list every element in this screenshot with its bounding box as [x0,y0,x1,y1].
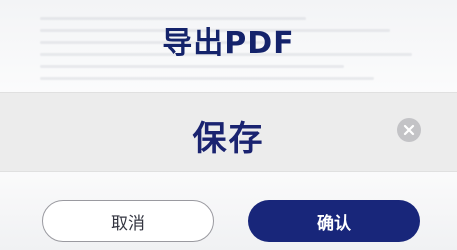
dialog-title: 导出PDF [162,26,295,61]
clear-circle-icon [403,124,415,136]
cancel-button[interactable]: 取消 [42,200,214,242]
cancel-button-label: 取消 [111,213,145,234]
clear-input-button[interactable] [397,118,421,142]
confirm-button[interactable]: 确认 [248,200,420,242]
confirm-button-label: 确认 [317,213,351,234]
filename-input-value[interactable]: 保存 [0,111,457,160]
